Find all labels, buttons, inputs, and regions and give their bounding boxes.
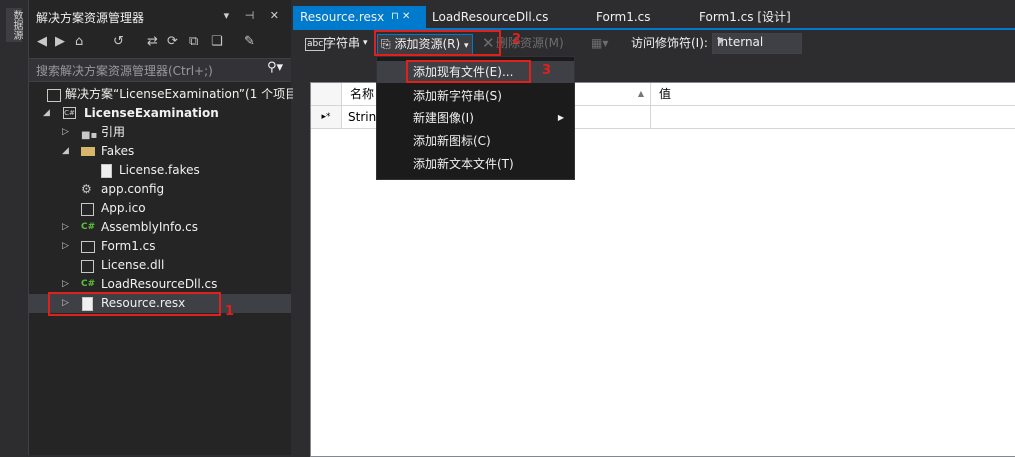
menu-item-add-new-string[interactable]: 添加新字符串(S) (377, 85, 574, 107)
tree-item-label: 引用 (101, 125, 126, 139)
dll-icon (81, 260, 94, 273)
show-all-files-icon[interactable]: ❏ (211, 34, 223, 49)
expand-arrow-icon[interactable]: ◢ (62, 142, 72, 161)
new-row-marker: ▸* (311, 106, 342, 129)
references-icon: ■▪ (81, 130, 98, 141)
folder-icon (81, 147, 95, 156)
tree-item-app-config[interactable]: ⚙ app.config (29, 180, 291, 199)
view-icon[interactable]: ▦▾ (591, 34, 608, 53)
tab-loadresourcedll[interactable]: LoadResourceDll.cs (425, 6, 548, 28)
tree-item-label: License.fakes (119, 163, 200, 177)
expand-arrow-icon[interactable]: ▷ (62, 123, 72, 142)
expand-arrow-icon[interactable]: ▷ (62, 237, 72, 256)
ico-file-icon (81, 203, 94, 216)
history-icon[interactable]: ↺ (113, 34, 124, 49)
solution-icon (47, 89, 61, 102)
strings-dropdown[interactable]: 字符串 (324, 34, 360, 53)
csharp-file-icon: C# (81, 222, 96, 232)
search-placeholder: 搜索解决方案资源管理器(Ctrl+;) (36, 64, 213, 78)
tree-item-label: Fakes (101, 144, 135, 158)
menu-item-add-new-text-file[interactable]: 添加新文本文件(T) (377, 153, 574, 175)
tab-resource-resx[interactable]: Resource.resx ⊓ ✕ (293, 6, 426, 28)
tree-item-label: LicenseExamination (84, 106, 219, 120)
tree-item-fakes-folder[interactable]: ◢ Fakes (29, 142, 291, 161)
annotation-box-3 (406, 60, 531, 83)
dropdown-arrow-icon[interactable]: ▾ (363, 34, 368, 53)
annotation-number-2: 2 (512, 32, 522, 47)
remove-resource-button[interactable]: 删除资源(M) (496, 34, 564, 53)
tab-form1-design[interactable]: Form1.cs [设计] (692, 6, 791, 28)
back-icon[interactable]: ◀ (37, 34, 47, 49)
panel-window-buttons[interactable]: ▾ ⊣ ✕ (224, 9, 285, 22)
tab-label: Resource.resx (300, 10, 385, 24)
annotation-box-2 (374, 30, 501, 56)
strings-icon: abc (305, 38, 326, 51)
grid-corner-cell (311, 83, 342, 106)
collapse-all-icon[interactable]: ⧉ (189, 34, 198, 49)
menu-item-new-image[interactable]: 新建图像(I) ▶ (377, 107, 574, 129)
expand-arrow-icon[interactable]: ◢ (43, 104, 53, 123)
column-header-label: 名称 (350, 87, 375, 101)
solution-explorer-title-bar: 解决方案资源管理器 ▾ ⊣ ✕ (29, 6, 291, 26)
document-tab-strip: Resource.resx ⊓ ✕ LoadResourceDll.cs For… (293, 0, 1015, 29)
menu-item-add-new-icon[interactable]: 添加新图标(C) (377, 130, 574, 152)
access-modifier-label: 访问修饰符(I): (631, 36, 708, 50)
tree-item-label: Form1.cs (101, 239, 156, 253)
home-icon[interactable]: ⌂ (75, 34, 83, 49)
sort-ascending-icon: ▲ (637, 89, 644, 98)
data-sources-tab[interactable]: 数据源 (6, 8, 22, 42)
annotation-number-1: 1 (225, 304, 235, 319)
chevron-down-icon: ▼ (717, 36, 724, 45)
menu-item-label: 新建图像(I) (413, 111, 474, 125)
csharp-file-icon: C# (81, 279, 96, 289)
tree-item-app-ico[interactable]: App.ico (29, 199, 291, 218)
menu-item-label: 添加新文本文件(T) (413, 157, 514, 171)
csproject-icon: C# (63, 107, 76, 119)
tab-form1-cs[interactable]: Form1.cs (589, 6, 651, 28)
tree-item-label: AssemblyInfo.cs (101, 220, 199, 234)
properties-wrench-icon[interactable]: ✎ (244, 34, 255, 49)
grid-cell-value[interactable] (651, 106, 1015, 129)
tree-item-license-dll[interactable]: License.dll (29, 256, 291, 275)
tree-item-label: app.config (101, 182, 165, 196)
solution-explorer-panel: 解决方案资源管理器 ▾ ⊣ ✕ ◀ ▶ ⌂ ↺ ⇄ ⟳ ⧉ ❏ ✎ 搜索解决方案… (29, 0, 302, 455)
tree-item-label: 解决方案“LicenseExamination”(1 个项目) (65, 87, 302, 101)
sync-icon[interactable]: ⇄ (147, 34, 158, 49)
file-icon (101, 164, 112, 178)
annotation-number-3: 3 (542, 63, 552, 78)
refresh-icon[interactable]: ⟳ (167, 34, 178, 49)
tree-item-project[interactable]: ◢ C# LicenseExamination (29, 104, 291, 123)
menu-item-label: 添加新图标(C) (413, 134, 491, 148)
config-icon: ⚙ (81, 182, 92, 196)
tree-item-license-fakes[interactable]: License.fakes (29, 161, 291, 180)
pin-close-icon[interactable]: ⊓ ✕ (391, 6, 410, 28)
access-modifier-select[interactable]: Internal ▼ (712, 33, 802, 54)
tree-item-label: License.dll (101, 258, 165, 272)
grid-cell-text: Strin (348, 110, 377, 124)
left-tool-strip: 数据源 (0, 0, 29, 455)
annotation-box-1 (48, 292, 221, 316)
tree-item-solution[interactable]: 解决方案“LicenseExamination”(1 个项目) (29, 85, 302, 104)
form-icon (81, 241, 95, 253)
tree-item-form1[interactable]: ▷ Form1.cs (29, 237, 291, 256)
expand-arrow-icon[interactable]: ▷ (62, 218, 72, 237)
tree-item-label: App.ico (101, 201, 146, 215)
solution-explorer-toolbar: ◀ ▶ ⌂ ↺ ⇄ ⟳ ⧉ ❏ ✎ (29, 30, 291, 56)
solution-search-box[interactable]: 搜索解决方案资源管理器(Ctrl+;) ⚲▾ (29, 58, 291, 82)
search-icon[interactable]: ⚲▾ (267, 60, 283, 75)
column-header-value[interactable]: 值 (651, 83, 1015, 106)
submenu-arrow-icon: ▶ (557, 113, 564, 122)
column-header-label: 值 (659, 87, 672, 101)
tree-item-references[interactable]: ▷ ■▪ 引用 (29, 123, 291, 142)
tree-item-assemblyinfo[interactable]: ▷ C# AssemblyInfo.cs (29, 218, 291, 237)
solution-explorer-title: 解决方案资源管理器 (36, 11, 145, 25)
menu-item-label: 添加新字符串(S) (413, 89, 502, 103)
forward-icon[interactable]: ▶ (55, 34, 65, 49)
